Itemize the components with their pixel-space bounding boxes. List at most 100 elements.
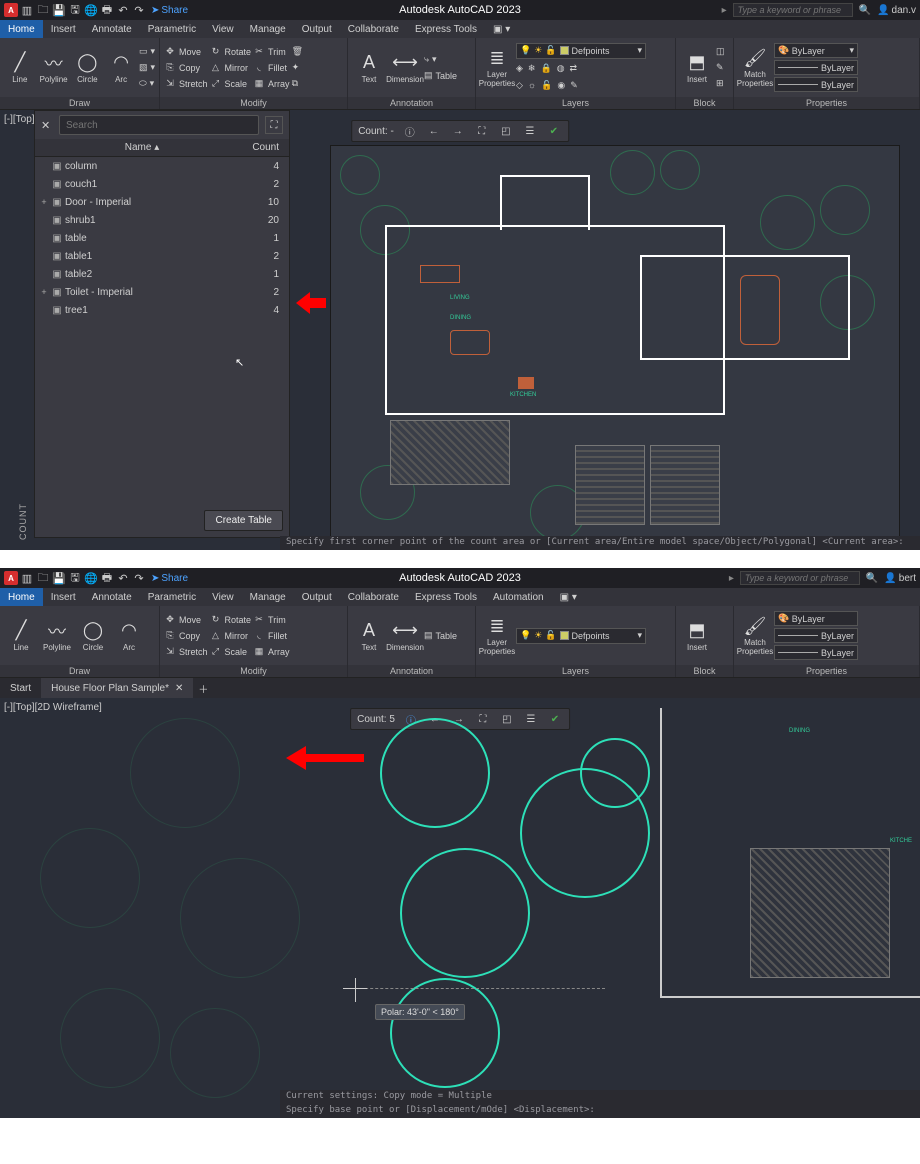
drawing-canvas-bottom[interactable]: [-][Top][2D Wireframe] Count: 5 ⓘ ← → ⛶ … [0,698,920,1118]
count-row[interactable]: +▣Toilet - Imperial2 [35,283,289,301]
search-icon[interactable]: 🔍 [866,573,878,584]
linetype-bylayer-dropdown[interactable]: ByLayer [774,645,858,660]
fillet-button[interactable]: ◟Fillet [253,60,290,75]
user-menu[interactable]: 👤 dan.v [877,5,916,16]
polyline-button[interactable]: 〰Polyline [40,619,74,653]
redo-icon[interactable]: ↷ [132,571,146,585]
open-icon[interactable]: 🗀 [36,3,50,17]
arc-button[interactable]: ◠Arc [105,51,137,85]
saveas-icon[interactable]: 🖫 [68,3,82,17]
count-next-icon[interactable]: → [450,123,466,139]
tab-manage[interactable]: Manage [242,588,294,606]
tab-manage[interactable]: Manage [242,20,294,38]
ellipse-button[interactable]: ⬭▾ [139,76,155,91]
count-row[interactable]: ▣column4 [35,157,289,175]
insert-button[interactable]: ⬒Insert [680,619,714,653]
lineweight-bylayer-dropdown[interactable]: ByLayer [774,628,858,643]
text-button[interactable]: AText [352,51,386,85]
tab-home[interactable]: Home [0,588,43,606]
share-button[interactable]: ➤ Share [151,573,188,584]
count-row[interactable]: ▣table21 [35,265,289,283]
command-line[interactable]: Specify first corner point of the count … [280,536,920,550]
drawing-canvas-top[interactable]: [-][Top][2D Wireframe] Count: - ⓘ ← → ⛶ … [0,110,920,550]
count-prev-icon[interactable]: ← [426,123,442,139]
line-button[interactable]: ╱Line [4,51,36,85]
array-button[interactable]: ▦Array [253,76,290,91]
expand-icon[interactable]: + [39,197,49,207]
help-arrow-icon[interactable]: ▸ [729,573,734,584]
save-icon[interactable]: 💾 [52,571,66,585]
create-table-button[interactable]: Create Table [204,510,283,531]
move-button[interactable]: ✥Move [164,44,208,59]
tab-automation[interactable]: Automation [485,588,552,606]
tab-overflow[interactable]: ▣ ▾ [485,20,518,38]
column-header-name[interactable]: Name ▴ [45,142,239,153]
layer-lock-icon[interactable]: 🔒 [540,63,551,74]
layer-current-dropdown[interactable]: 💡 ☀ 🔓 Defpoints ▾ [516,43,646,59]
layer-thaw-icon[interactable]: ☼ [528,80,536,90]
close-icon[interactable]: ✕ [175,683,183,694]
move-button[interactable]: ✥Move [164,612,208,627]
layer-properties-button[interactable]: ≣Layer Properties [480,614,514,657]
layer-off-icon[interactable]: ◍ [557,63,565,74]
count-row[interactable]: ▣shrub120 [35,211,289,229]
tab-view[interactable]: View [204,588,242,606]
trim-button[interactable]: ✂Trim [253,44,290,59]
user-menu[interactable]: 👤 bert [884,573,916,584]
count-row[interactable]: ▣tree14 [35,301,289,319]
layer-unlock-icon[interactable]: 🔓 [541,80,552,91]
create-block-icon[interactable]: ◫ [716,44,725,59]
file-tab-active[interactable]: House Floor Plan Sample* ✕ [41,678,193,698]
count-row[interactable]: ▣table12 [35,247,289,265]
stretch-button[interactable]: ⇲Stretch [164,644,208,659]
count-select-icon[interactable]: ◰ [499,711,515,727]
plot-icon[interactable]: 🖶 [100,571,114,585]
tab-output[interactable]: Output [294,588,340,606]
linetype-bylayer-dropdown[interactable]: ByLayer [774,77,858,92]
command-line[interactable]: Specify base point or [Displacement/mOde… [280,1104,920,1118]
share-button[interactable]: ➤ Share [151,5,188,16]
new-icon[interactable]: ▥ [20,571,34,585]
count-zoom-icon[interactable]: ⛶ [474,123,490,139]
web-icon[interactable]: 🌐 [84,571,98,585]
lineweight-bylayer-dropdown[interactable]: ByLayer [774,60,858,75]
rotate-button[interactable]: ↻Rotate [210,44,252,59]
mirror-button[interactable]: △Mirror [210,60,252,75]
plot-icon[interactable]: 🖶 [100,3,114,17]
dimension-button[interactable]: ⟷Dimension [388,51,422,85]
tab-insert[interactable]: Insert [43,20,84,38]
layer-uniso-icon[interactable]: ◇ [516,80,523,91]
edit-block-icon[interactable]: ✎ [716,60,725,75]
tab-annotate[interactable]: Annotate [84,588,140,606]
hatch-button[interactable]: ▧▾ [139,60,155,75]
count-accept-icon[interactable]: ✔ [546,123,562,139]
stretch-button[interactable]: ⇲Stretch [164,76,208,91]
file-tab-start[interactable]: Start [0,678,41,698]
match-properties-button[interactable]: 🖌Match Properties [738,614,772,657]
count-area-icon[interactable]: ⛶ [265,116,283,134]
table-button[interactable]: ▤Table [424,68,457,83]
new-icon[interactable]: ▥ [20,3,34,17]
table-button[interactable]: ▤Table [424,628,457,643]
tab-parametric[interactable]: Parametric [140,588,204,606]
tab-collaborate[interactable]: Collaborate [340,20,407,38]
layer-match-icon[interactable]: ⇄ [570,63,578,74]
array-button[interactable]: ▦Array [253,644,290,659]
layer-make-icon[interactable]: ✎ [570,80,578,91]
count-zoom-icon[interactable]: ⛶ [475,711,491,727]
search-icon[interactable]: 🔍 [859,5,871,16]
attr-block-icon[interactable]: ⊞ [716,76,725,91]
tab-express-tools[interactable]: Express Tools [407,588,485,606]
explode-button[interactable]: ✦ [292,60,303,75]
mirror-button[interactable]: △Mirror [210,628,252,643]
help-search-input[interactable] [733,3,853,17]
help-arrow-icon[interactable]: ▸ [722,5,727,16]
rect-button[interactable]: ▭▾ [139,44,155,59]
arc-button[interactable]: ◠Arc [112,619,146,653]
redo-icon[interactable]: ↷ [132,3,146,17]
tab-collaborate[interactable]: Collaborate [340,588,407,606]
count-row[interactable]: ▣couch12 [35,175,289,193]
copy-button[interactable]: ⎘Copy [164,628,208,643]
count-accept-icon[interactable]: ✔ [547,711,563,727]
layer-freeze-icon[interactable]: ❄ [528,63,536,74]
